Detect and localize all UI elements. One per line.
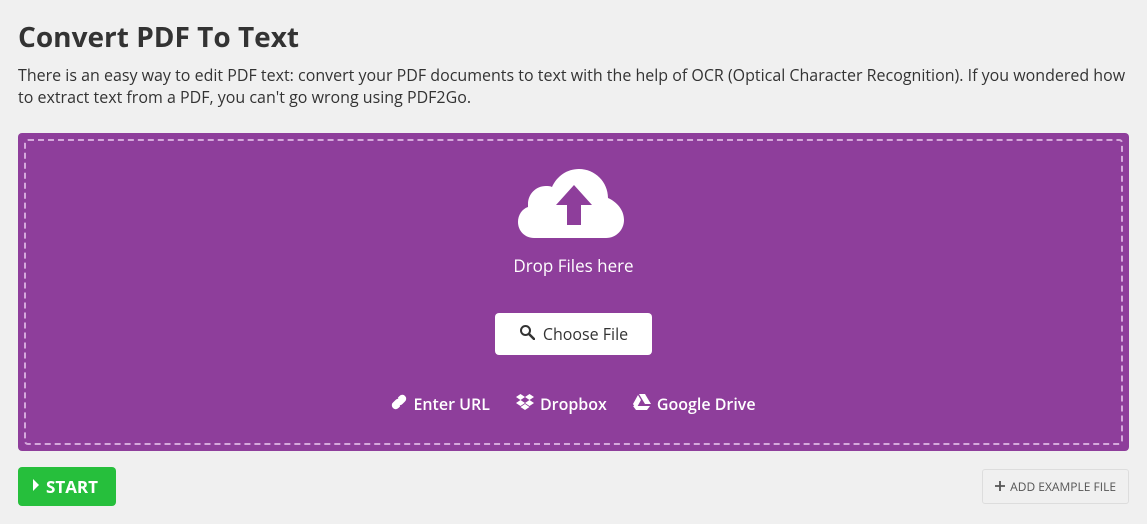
google-drive-icon [633,393,651,415]
chevron-right-icon [30,475,42,498]
dropbox-link[interactable]: Dropbox [516,393,607,415]
enter-url-link[interactable]: Enter URL [391,393,490,415]
cloud-upload-icon [518,163,630,248]
link-icon [391,393,407,415]
add-example-label: ADD EXAMPLE FILE [1010,478,1116,495]
bottom-row: START ADD EXAMPLE FILE [18,467,1129,506]
drop-text: Drop Files here [46,254,1101,277]
page-title: Convert PDF To Text [18,18,1129,56]
start-label: START [46,475,98,498]
add-example-button[interactable]: ADD EXAMPLE FILE [982,469,1129,504]
start-button[interactable]: START [18,467,116,506]
source-links: Enter URL Dropbox Google Drive [46,393,1101,415]
choose-file-label: Choose File [543,323,628,345]
google-drive-link[interactable]: Google Drive [633,393,756,415]
page-description: There is an easy way to edit PDF text: c… [18,64,1129,109]
enter-url-label: Enter URL [413,393,490,415]
dropbox-label: Dropbox [540,393,607,415]
dropzone[interactable]: Drop Files here Choose File Enter URL [18,133,1129,451]
plus-icon [995,478,1005,495]
dropzone-inner: Drop Files here Choose File Enter URL [24,139,1123,445]
choose-file-button[interactable]: Choose File [495,313,652,355]
dropbox-icon [516,393,534,415]
search-icon [519,323,535,345]
google-drive-label: Google Drive [657,393,756,415]
